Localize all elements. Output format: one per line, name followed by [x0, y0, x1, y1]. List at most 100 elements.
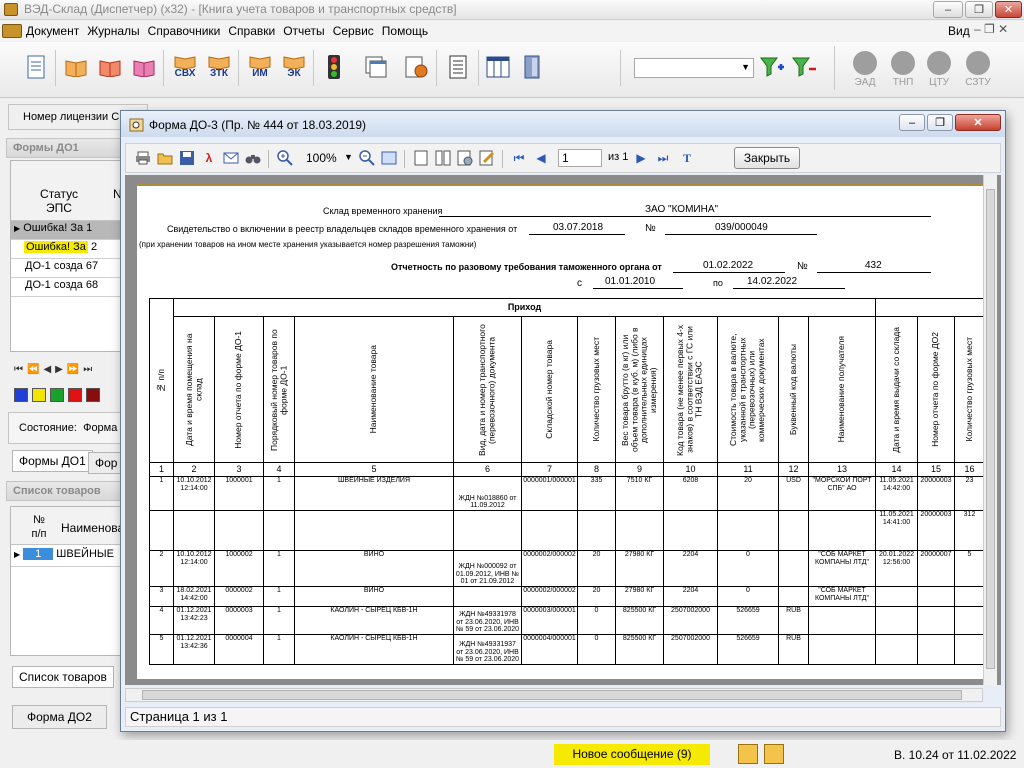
- ztk-button[interactable]: ЗТК: [204, 52, 234, 82]
- book-pink-icon[interactable]: [130, 52, 158, 82]
- tab-forms-other[interactable]: Фор: [88, 452, 122, 474]
- multi-page-icon[interactable]: [434, 149, 452, 167]
- table-cell: 27980 КГ: [615, 586, 664, 607]
- minimize-button[interactable]: –: [933, 1, 963, 18]
- header-cell: Номер отчета по форме ДО-1: [214, 316, 264, 463]
- windows-icon[interactable]: [362, 52, 390, 82]
- ztk-label: ЗТК: [209, 68, 229, 79]
- close-button[interactable]: ✕: [995, 1, 1022, 18]
- table-cell: 5: [954, 550, 985, 587]
- exit-door-icon[interactable]: [518, 52, 546, 82]
- close-report-button[interactable]: Закрыть: [734, 147, 800, 169]
- im-button[interactable]: ИМ: [245, 52, 275, 82]
- table-cell: [875, 606, 918, 635]
- table-row[interactable]: Ошибка! За 2: [11, 240, 123, 259]
- mdi-controls[interactable]: – ❐ ✕: [974, 22, 1008, 36]
- last-page-icon[interactable]: ⏭: [654, 149, 672, 167]
- book-red-icon[interactable]: [96, 52, 124, 82]
- ek-button[interactable]: ЭК: [279, 52, 309, 82]
- swatch-yellow[interactable]: [32, 388, 46, 402]
- notification-icon[interactable]: [738, 744, 758, 764]
- goods-grid[interactable]: № п/п Наименова ▶ 1 ШВЕЙНЫЕ: [10, 506, 124, 656]
- traffic-light-icon[interactable]: [320, 52, 348, 82]
- open-folder-icon[interactable]: [156, 149, 174, 167]
- new-message-badge[interactable]: Новое сообщение (9): [554, 744, 710, 765]
- single-page-icon[interactable]: [412, 149, 430, 167]
- warehouse-label: Склад временного хранения: [323, 206, 443, 216]
- book-orange-icon[interactable]: [62, 52, 90, 82]
- list-icon[interactable]: [444, 52, 472, 82]
- menu-document[interactable]: Документ: [22, 24, 83, 38]
- text-tool-icon[interactable]: T: [678, 149, 696, 167]
- toolbar-separator: [55, 50, 56, 86]
- columns-icon[interactable]: [484, 52, 512, 82]
- cert-number: 039/000049: [715, 222, 768, 233]
- fit-page-icon[interactable]: [380, 149, 398, 167]
- table-row[interactable]: ▶ Ошибка! За 1: [11, 221, 123, 240]
- tab-goods-list[interactable]: Список товаров: [12, 666, 114, 688]
- zoom-chevron-down-icon[interactable]: ▼: [344, 152, 353, 162]
- remove-filter-icon[interactable]: [790, 52, 818, 82]
- menu-reports[interactable]: Отчеты: [279, 24, 328, 38]
- table-row[interactable]: ДО-1 созда 67: [11, 259, 123, 278]
- swatch-red[interactable]: [68, 388, 82, 402]
- goods-col-name[interactable]: Наименова: [61, 521, 124, 535]
- horizontal-scrollbar[interactable]: [125, 688, 983, 702]
- forms-col-status[interactable]: Статус ЭПС: [33, 187, 85, 215]
- table-row[interactable]: ДО-1 созда 68: [11, 278, 123, 297]
- app-title: ВЭД-Склад (Диспетчер) (x32) - [Книга уче…: [24, 2, 457, 16]
- page-setup-icon[interactable]: [456, 149, 474, 167]
- edit-icon[interactable]: [478, 149, 496, 167]
- table-cell: 23: [954, 476, 985, 511]
- menu-bar: Документ Журналы Справочники Справки Отч…: [0, 21, 1024, 41]
- maximize-button[interactable]: ❐: [965, 1, 993, 18]
- swatch-darkred[interactable]: [86, 388, 100, 402]
- page-number-input[interactable]: 1: [558, 149, 602, 167]
- table-cell: 526659: [717, 606, 779, 635]
- view-menu[interactable]: Вид: [948, 24, 970, 38]
- print-icon[interactable]: [134, 149, 152, 167]
- message-icon[interactable]: [764, 744, 784, 764]
- dialog-minimize-button[interactable]: –: [899, 114, 925, 131]
- zoom-level[interactable]: 100%: [306, 151, 337, 165]
- next-page-icon[interactable]: ▶: [632, 149, 650, 167]
- vertical-scrollbar[interactable]: [983, 175, 997, 685]
- filter-select[interactable]: ▼: [634, 58, 754, 78]
- svh-button[interactable]: СВХ: [170, 52, 200, 82]
- menu-journals[interactable]: Журналы: [83, 24, 143, 38]
- find-icon[interactable]: [244, 149, 262, 167]
- menu-help[interactable]: Помощь: [378, 24, 432, 38]
- settings-doc-icon[interactable]: [402, 52, 430, 82]
- forms-grid[interactable]: Статус ЭПС N ▶ Ошибка! За 1 Ошибка! За 2…: [10, 160, 123, 352]
- dialog-close-button[interactable]: ✕: [955, 114, 1001, 131]
- table-row[interactable]: ▶ 1 ШВЕЙНЫЕ: [11, 547, 123, 567]
- swatch-green[interactable]: [50, 388, 64, 402]
- table-cell: 01.12.2021 13:42:36: [173, 634, 215, 665]
- table-cell: 20000003: [917, 476, 955, 511]
- navigator-arrows[interactable]: ⏮⏪◀▶⏩⏭: [14, 364, 96, 375]
- zoom-out-icon[interactable]: [358, 149, 376, 167]
- first-page-icon[interactable]: ⏮: [510, 149, 528, 167]
- header-cell: Наименование получателя: [808, 316, 876, 463]
- form-do2-button[interactable]: Форма ДО2: [12, 705, 107, 729]
- pdf-icon[interactable]: λ: [200, 149, 218, 167]
- menu-references[interactable]: Справочники: [144, 24, 225, 38]
- menu-service[interactable]: Сервис: [329, 24, 378, 38]
- prev-page-icon[interactable]: ◀: [532, 149, 550, 167]
- email-icon[interactable]: [222, 149, 240, 167]
- menu-certificates[interactable]: Справки: [224, 24, 279, 38]
- swatch-blue[interactable]: [14, 388, 28, 402]
- goods-col-num[interactable]: № п/п: [29, 513, 49, 541]
- table-cell: "СОБ МАРКЕТ КОМПАНЫ ЛТД": [808, 586, 876, 607]
- dialog-maximize-button[interactable]: ❐: [927, 114, 953, 131]
- dialog-status-bar: Страница 1 из 1: [125, 707, 1001, 727]
- tab-forms-do1[interactable]: Формы ДО1: [12, 450, 93, 472]
- report-canvas[interactable]: Склад временного хранения ЗАО "КОМИНА" С…: [125, 175, 1001, 685]
- save-icon[interactable]: [178, 149, 196, 167]
- table-cell: 825500 КГ: [615, 634, 664, 665]
- zoom-in-icon[interactable]: [276, 149, 294, 167]
- add-filter-icon[interactable]: [758, 52, 786, 82]
- dialog-title: Форма ДО-3 (Пр. № 444 от 18.03.2019): [149, 118, 367, 132]
- new-document-icon[interactable]: [22, 52, 50, 82]
- table-cell: [808, 634, 876, 665]
